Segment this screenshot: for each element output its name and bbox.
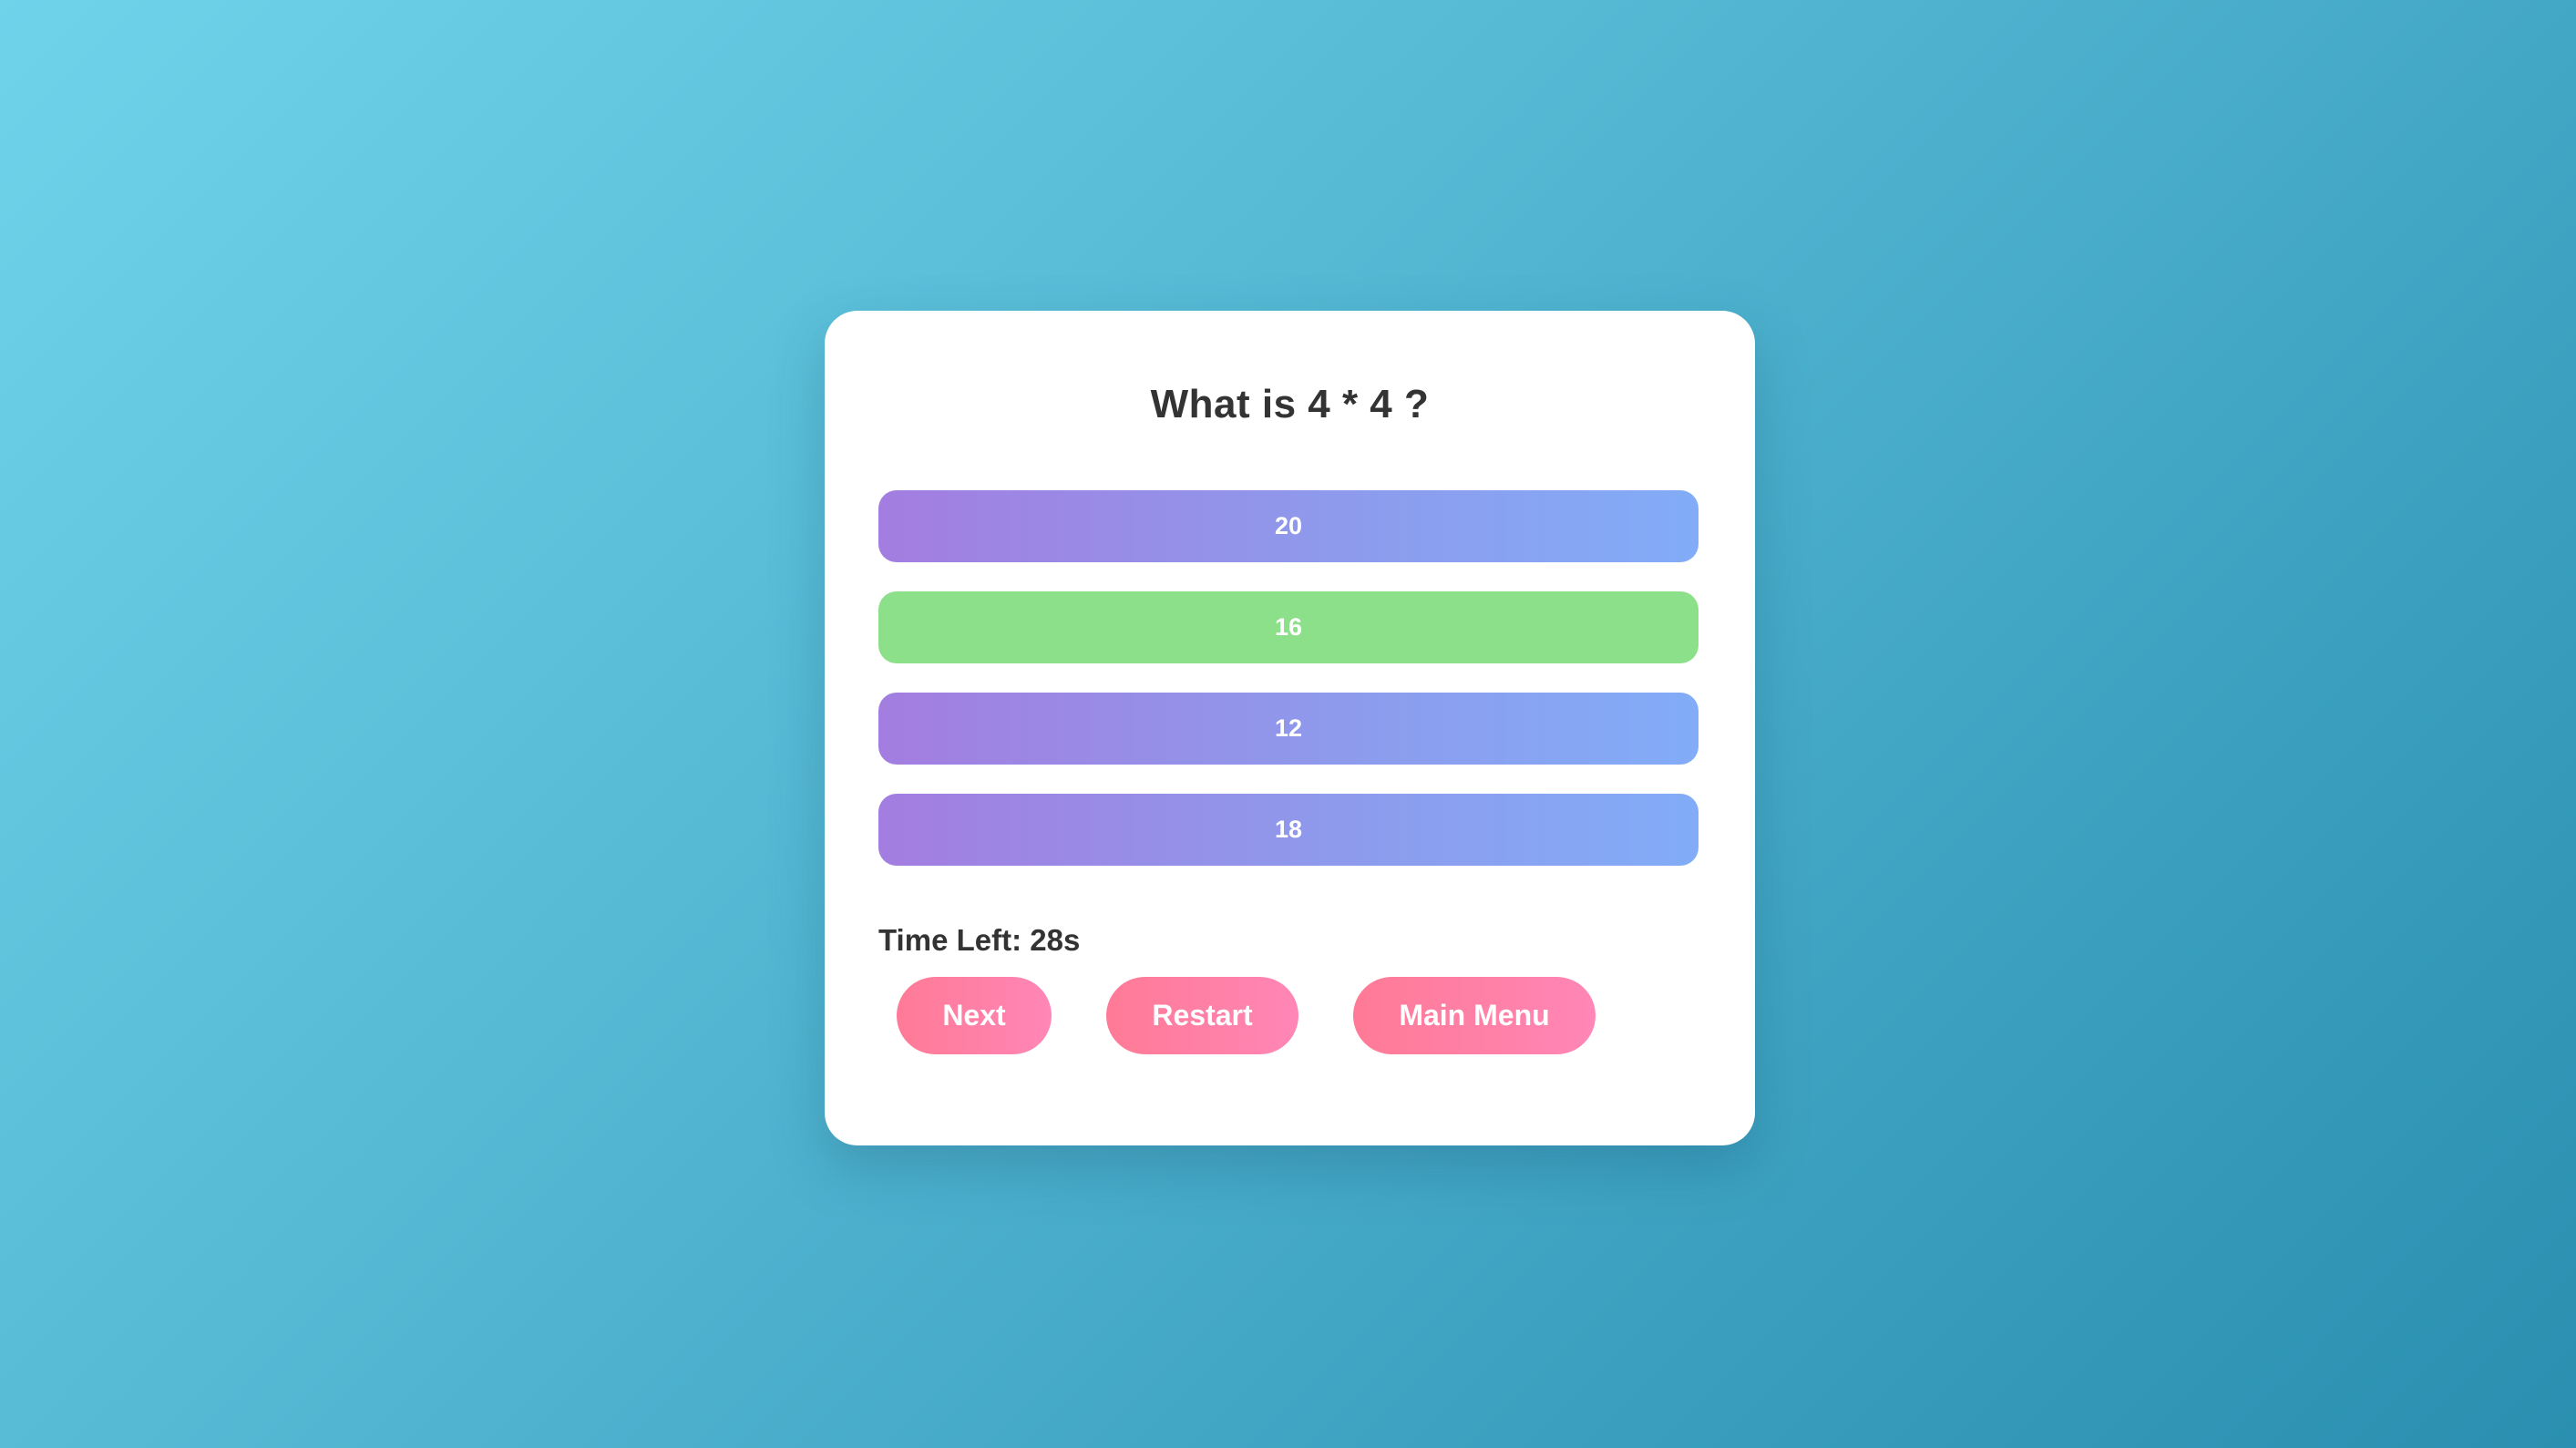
answer-option-16[interactable]: 16 (878, 591, 1699, 663)
answer-option-18[interactable]: 18 (878, 794, 1699, 866)
question-text: What is 4 * 4 ? (1150, 382, 1430, 426)
main-menu-button[interactable]: Main Menu (1353, 977, 1596, 1054)
time-left-label: Time Left: 28s (878, 923, 1081, 957)
answer-options: 20 16 12 18 (878, 490, 1699, 895)
quiz-card: What is 4 * 4 ? 20 16 12 18 Time Left: 2… (825, 311, 1755, 1145)
answer-option-20[interactable]: 20 (878, 490, 1699, 562)
restart-button[interactable]: Restart (1106, 977, 1298, 1054)
answer-option-12[interactable]: 12 (878, 693, 1699, 765)
next-button[interactable]: Next (897, 977, 1052, 1054)
